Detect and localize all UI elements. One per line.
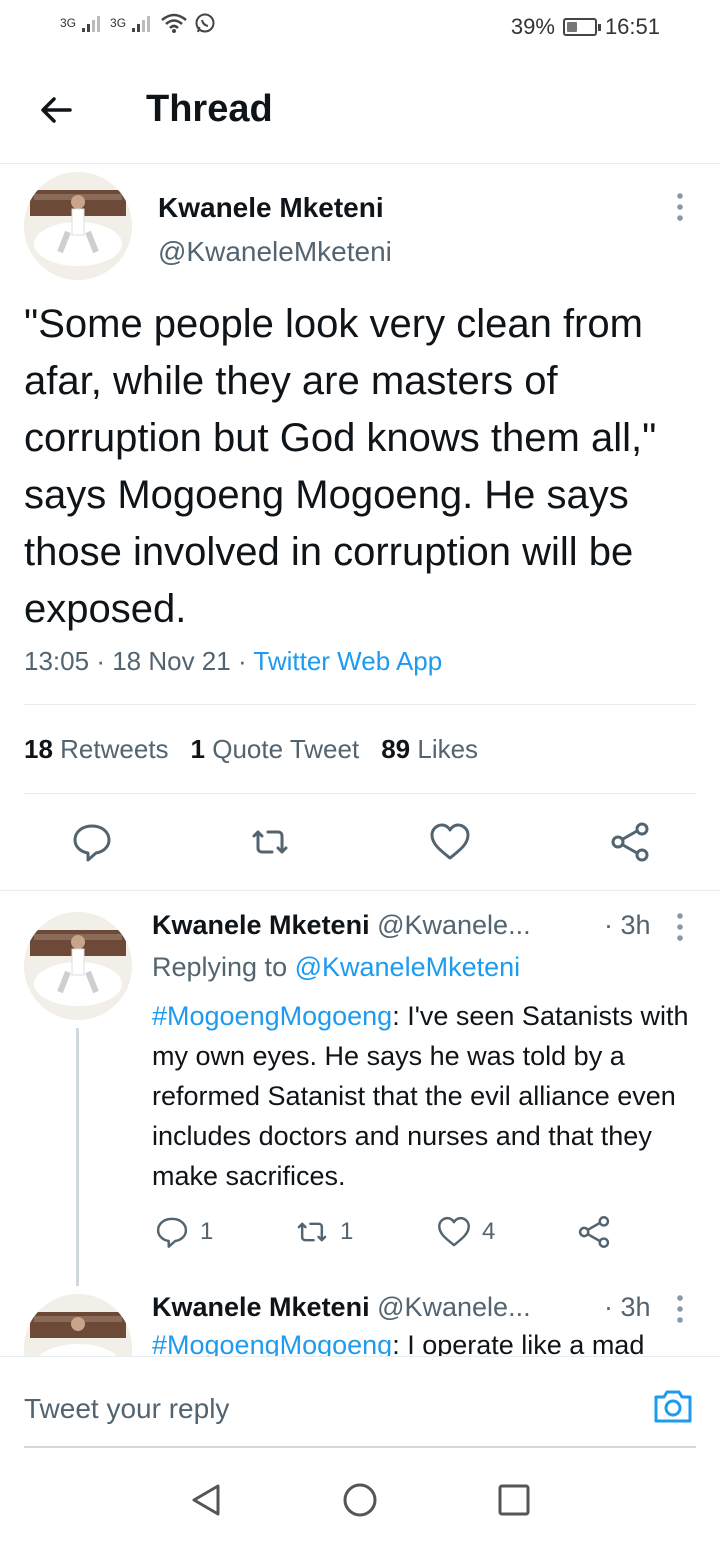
reply-time: · 3h <box>604 910 651 940</box>
composer-underline <box>24 1446 696 1448</box>
like-icon[interactable] <box>436 1214 472 1250</box>
tweet-source-link[interactable]: Twitter Web App <box>253 646 442 676</box>
avatar[interactable] <box>24 1294 132 1356</box>
signal-icon <box>132 16 151 32</box>
reply-header: Kwanele Mketeni @Kwanele... <box>152 1292 531 1323</box>
nav-back-icon[interactable] <box>186 1480 226 1520</box>
meta-separator: · <box>237 646 254 676</box>
likes-stat[interactable]: 89 Likes <box>381 734 478 765</box>
hashtag-link[interactable]: #MogoengMogoeng <box>152 1330 392 1356</box>
replying-to-handle[interactable]: @KwaneleMketeni <box>295 952 521 982</box>
tweet-stats: 18 Retweets 1 Quote Tweet 89 Likes <box>24 734 478 765</box>
like-count: 4 <box>482 1218 496 1245</box>
share-icon[interactable] <box>608 820 652 864</box>
retweets-count: 18 <box>24 734 53 764</box>
tweet-author-name[interactable]: Kwanele Mketeni <box>158 192 384 224</box>
tweet-time: 13:05 <box>24 646 90 676</box>
battery-icon <box>562 18 601 36</box>
reply-input[interactable]: Tweet your reply <box>24 1393 229 1425</box>
retweets-label: Retweets <box>60 734 169 764</box>
retweet-icon[interactable] <box>248 820 292 864</box>
tweet-meta: 13:05 · 18 Nov 21 · Twitter Web App <box>24 646 442 677</box>
nav-recents-icon[interactable] <box>494 1480 534 1520</box>
page-title: Thread <box>146 88 273 130</box>
status-bar: 3G 3G 39% 16:51 <box>0 0 720 56</box>
reply-header: Kwanele Mketeni @Kwanele... <box>152 910 531 941</box>
system-nav-bar <box>0 1460 720 1541</box>
clock: 16:51 <box>604 14 660 39</box>
tweet-actions <box>0 820 720 868</box>
more-options-icon[interactable] <box>676 1294 684 1324</box>
tweet-text: "Some people look very clean from afar, … <box>24 302 657 631</box>
more-options-icon[interactable] <box>676 912 684 942</box>
status-right: 39% 16:51 <box>511 14 660 40</box>
reply-count: 1 <box>200 1218 214 1245</box>
likes-label: Likes <box>417 734 479 764</box>
likes-count: 89 <box>381 734 411 764</box>
reply-time: · 3h <box>604 1292 651 1322</box>
battery-percent: 39% <box>510 14 555 39</box>
reply-action-share[interactable] <box>576 1212 612 1252</box>
signal-icon <box>82 16 101 32</box>
quotes-stat[interactable]: 1 Quote Tweet <box>191 734 360 765</box>
reply-author-handle[interactable]: @Kwanele... <box>377 1292 530 1322</box>
retweet-count: 1 <box>340 1218 354 1245</box>
signal-label-1: 3G <box>60 16 77 30</box>
like-icon[interactable] <box>428 820 472 864</box>
back-arrow-icon[interactable] <box>36 90 76 130</box>
replying-to: Replying to @KwaneleMketeni <box>152 952 520 983</box>
avatar[interactable] <box>24 172 132 280</box>
battery-fill <box>566 22 578 32</box>
retweet-icon[interactable] <box>294 1214 330 1250</box>
share-icon[interactable] <box>576 1214 612 1250</box>
avatar-image <box>24 1294 132 1356</box>
wifi-icon <box>161 13 187 33</box>
nav-home-icon[interactable] <box>340 1480 380 1520</box>
reply-action-like[interactable]: 4 <box>436 1212 495 1252</box>
quotes-count: 1 <box>190 734 206 764</box>
camera-icon[interactable] <box>652 1385 694 1427</box>
thread-header: Thread <box>0 56 720 164</box>
reply-icon[interactable] <box>154 1214 190 1250</box>
divider <box>0 890 720 891</box>
divider <box>24 704 696 705</box>
divider <box>24 793 696 794</box>
avatar[interactable] <box>24 912 132 1020</box>
reply-author-name[interactable]: Kwanele Mketeni <box>152 910 370 940</box>
reply-text: #MogoengMogoeng: I've seen Satanists wit… <box>152 996 702 1196</box>
reply-text: #MogoengMogoeng: I operate like a mad <box>152 1330 644 1356</box>
reply-icon[interactable] <box>70 820 114 864</box>
whatsapp-icon <box>195 13 215 33</box>
thread-line <box>76 1028 79 1286</box>
tweet-author-handle[interactable]: @KwaneleMketeni <box>158 236 392 268</box>
meta-separator: · <box>96 646 113 676</box>
avatar-image <box>24 172 132 280</box>
replying-label: Replying to <box>152 952 288 982</box>
retweets-stat[interactable]: 18 Retweets <box>24 734 169 765</box>
more-options-icon[interactable] <box>676 192 684 222</box>
reply-body: : I operate like a mad <box>392 1330 645 1356</box>
avatar-image <box>24 912 132 1020</box>
reply-2: Kwanele Mketeni @Kwanele... · 3h #Mogoen… <box>0 1290 720 1356</box>
hashtag-link[interactable]: #MogoengMogoeng <box>152 1001 392 1031</box>
reply-composer[interactable]: Tweet your reply <box>0 1356 720 1448</box>
reply-action-retweet[interactable]: 1 <box>294 1212 353 1252</box>
quotes-label: Quote Tweet <box>212 734 360 764</box>
signal-label-2: 3G <box>110 16 127 30</box>
tweet-date: 18 Nov 21 <box>112 646 231 676</box>
status-left: 3G 3G <box>60 12 216 34</box>
reply-author-name[interactable]: Kwanele Mketeni <box>152 1292 370 1322</box>
reply-author-handle[interactable]: @Kwanele... <box>377 910 530 940</box>
reply-action-reply[interactable]: 1 <box>154 1212 213 1252</box>
